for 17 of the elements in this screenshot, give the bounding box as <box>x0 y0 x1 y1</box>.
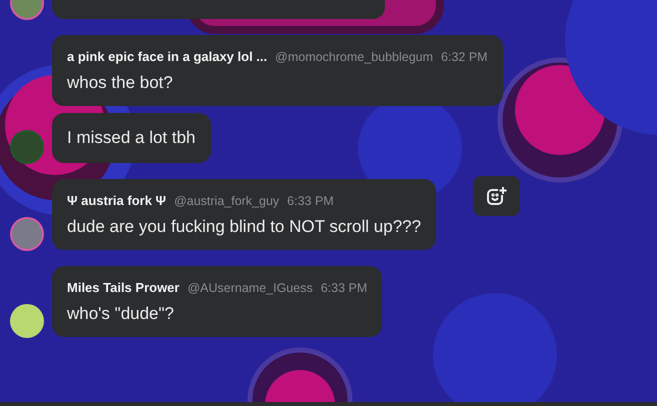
user-handle: @momochrome_bubblegum <box>275 50 434 64</box>
message-time: 6:33 PM <box>320 281 368 295</box>
author-name[interactable]: a pink epic face in a galaxy lol ... <box>67 49 268 64</box>
user-handle: @AUsername_IGuess <box>187 281 313 295</box>
message-text: who's "dude"? <box>67 304 175 324</box>
user-avatar[interactable] <box>12 219 42 249</box>
user-avatar[interactable] <box>12 306 42 336</box>
author-name[interactable]: Miles Tails Prower <box>67 280 180 295</box>
author-name[interactable]: Ψ austria fork Ψ <box>67 193 166 208</box>
message-text: I missed a lot tbh <box>67 128 196 148</box>
message-text: dude are you fucking blind to NOT scroll up??? <box>67 217 422 237</box>
add-reaction-button[interactable] <box>473 176 520 216</box>
message-time: 6:33 PM <box>287 194 334 208</box>
message-time: 6:32 PM <box>441 50 488 64</box>
smiley-plus-icon <box>486 186 508 206</box>
user-handle: @austria_fork_guy <box>174 194 280 208</box>
message-text: whos the bot? <box>67 73 174 93</box>
